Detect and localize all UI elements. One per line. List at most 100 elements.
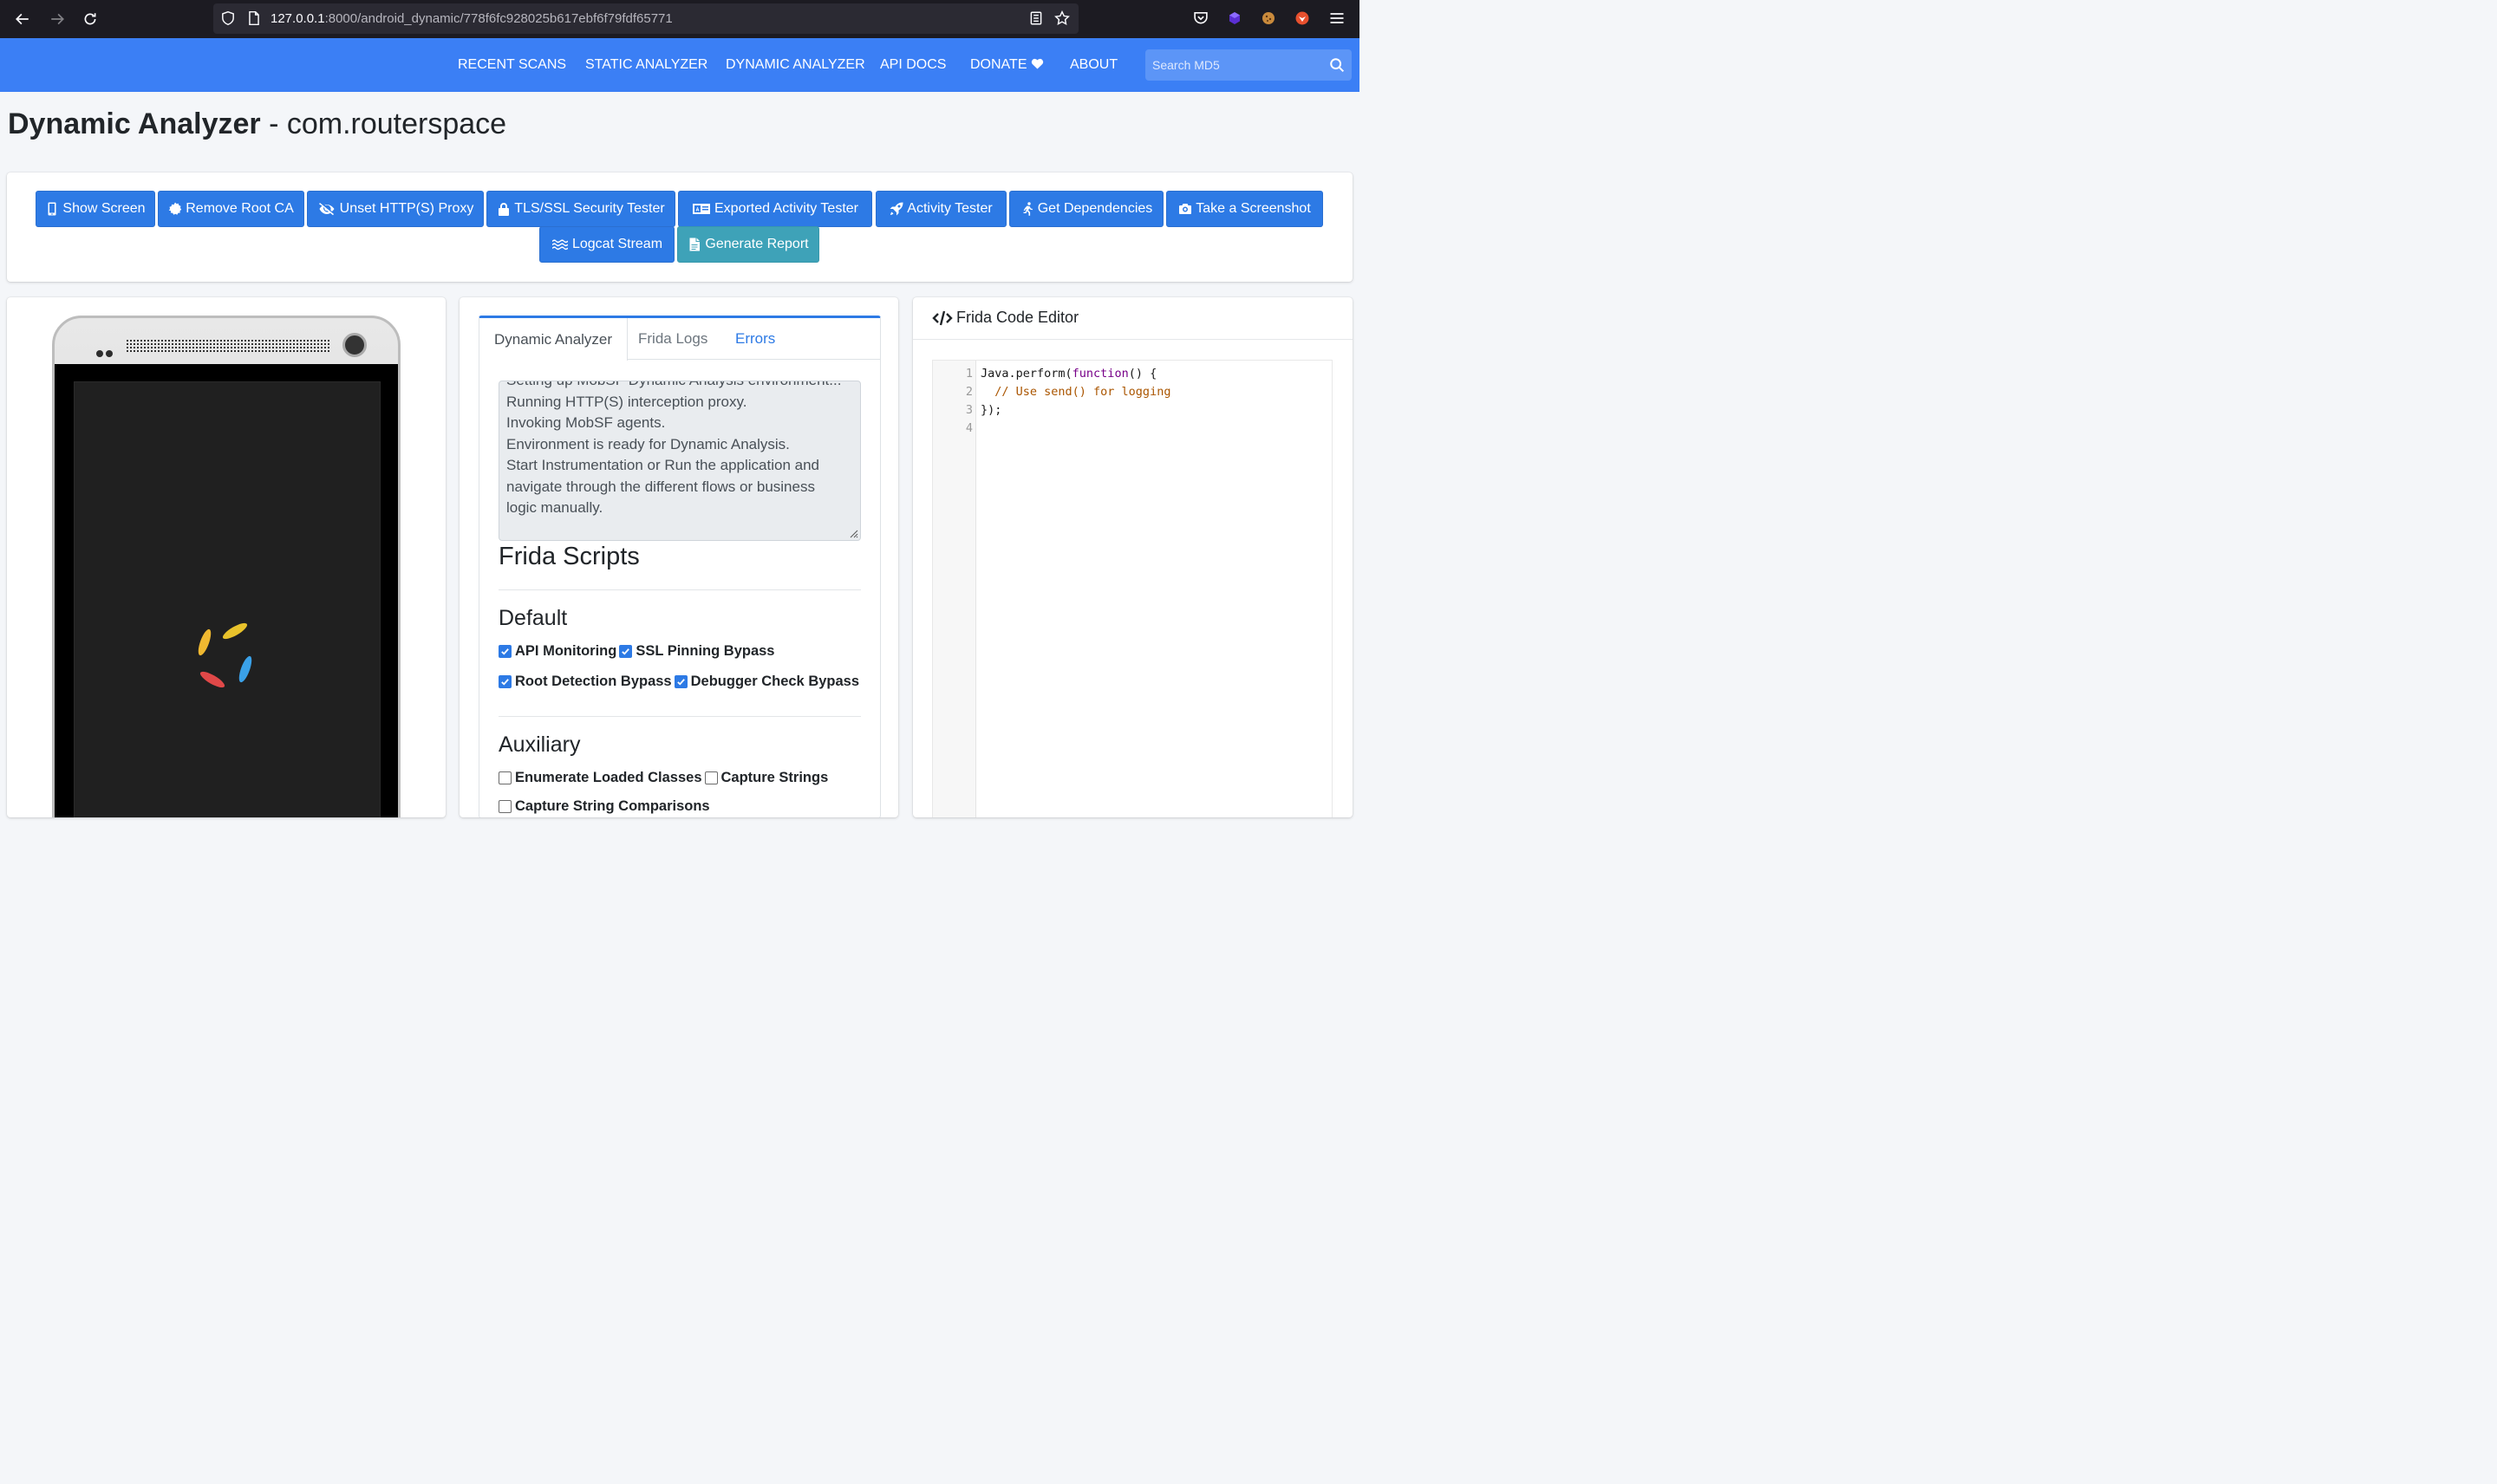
- shield-icon[interactable]: [220, 10, 236, 26]
- tab-dynamic-analyzer[interactable]: Dynamic Analyzer: [479, 318, 629, 361]
- generate-report-label: Generate Report: [705, 237, 809, 251]
- back-icon[interactable]: [12, 9, 33, 29]
- reader-view-icon[interactable]: [1028, 10, 1044, 26]
- resize-handle-icon[interactable]: [848, 528, 858, 538]
- root-detection-bypass-label[interactable]: Root Detection Bypass: [515, 674, 672, 690]
- check-icon: [676, 679, 685, 686]
- nav-about[interactable]: ABOUT: [1070, 57, 1118, 73]
- url-host: 127.0.0.1: [271, 11, 325, 26]
- capture-string-comparisons-checkbox[interactable]: [499, 800, 512, 813]
- ssl-pinning-bypass-checkbox[interactable]: [619, 645, 633, 658]
- exported-activity-tester-button[interactable]: Exported Activity Tester: [678, 191, 872, 227]
- default-scripts-row-2: Root Detection Bypass Debugger Check Byp…: [499, 674, 862, 690]
- search-box: [1145, 49, 1352, 81]
- analyzer-tabs: Dynamic Analyzer Frida Logs Errors Setti…: [479, 316, 881, 817]
- generate-report-button[interactable]: Generate Report: [677, 226, 819, 263]
- tls-ssl-tester-button[interactable]: TLS/SSL Security Tester: [486, 191, 675, 227]
- app-navbar: RECENT SCANS STATIC ANALYZER DYNAMIC ANA…: [0, 38, 1359, 92]
- nav-dynamic-analyzer[interactable]: DYNAMIC ANALYZER: [726, 57, 865, 73]
- take-screenshot-button[interactable]: Take a Screenshot: [1166, 191, 1323, 227]
- activity-tester-label: Activity Tester: [907, 201, 993, 216]
- code-line-3: });: [981, 403, 1002, 417]
- line-number: 3: [965, 403, 973, 417]
- page-title-bold: Dynamic Analyzer: [8, 107, 261, 140]
- line-number: 2: [965, 385, 973, 399]
- speaker-grill: [126, 339, 330, 353]
- page-icon: [249, 10, 259, 26]
- nav-api-docs[interactable]: API DOCS: [880, 57, 946, 73]
- log-line: Start Instrumentation or Run the applica…: [506, 457, 819, 473]
- fox-extension-icon[interactable]: [1294, 10, 1311, 27]
- activity-tester-button[interactable]: Activity Tester: [876, 191, 1007, 227]
- frida-scripts-heading: Frida Scripts: [499, 543, 640, 570]
- search-input[interactable]: [1145, 49, 1327, 81]
- show-screen-label: Show Screen: [62, 201, 146, 216]
- search-icon[interactable]: [1329, 57, 1345, 73]
- aux-scripts-row-2: Capture String Comparisons: [499, 798, 713, 815]
- enumerate-loaded-classes-label[interactable]: Enumerate Loaded Classes: [515, 770, 702, 786]
- capture-strings-checkbox[interactable]: [704, 771, 718, 784]
- divider: [499, 716, 861, 717]
- code-editor[interactable]: 1 2 3 4 Java.perform(function() { // Use…: [932, 360, 1333, 817]
- running-icon: [1023, 202, 1033, 216]
- code-line-1: Java.perform(function() {: [981, 367, 1157, 381]
- unset-proxy-button[interactable]: Unset HTTP(S) Proxy: [307, 191, 484, 227]
- capture-string-comparisons-label[interactable]: Capture String Comparisons: [515, 798, 710, 815]
- url-path: :8000/android_dynamic/778f6fc928025b617e…: [324, 11, 673, 26]
- log-line: Running HTTP(S) interception proxy.: [506, 393, 747, 410]
- forward-icon[interactable]: [47, 9, 68, 29]
- nav-recent-scans[interactable]: RECENT SCANS: [458, 57, 566, 73]
- log-content: Setting up MobSF Dynamic Analysis enviro…: [506, 381, 853, 519]
- code-token: Java.perform(: [981, 367, 1072, 381]
- auxiliary-scripts-heading: Auxiliary: [499, 732, 581, 757]
- log-line: Setting up MobSF Dynamic Analysis enviro…: [506, 381, 853, 392]
- bookmark-star-icon[interactable]: [1054, 10, 1070, 26]
- tab-frida-logs[interactable]: Frida Logs: [623, 318, 722, 360]
- hamburger-menu-icon[interactable]: [1328, 10, 1346, 27]
- phone-top-bezel: [55, 318, 398, 367]
- url-bar[interactable]: 127.0.0.1:8000/android_dynamic/778f6fc92…: [213, 3, 1079, 34]
- check-icon: [501, 648, 509, 655]
- pocket-icon[interactable]: [1192, 10, 1209, 27]
- debugger-check-bypass-label[interactable]: Debugger Check Bypass: [691, 674, 859, 690]
- show-screen-button[interactable]: Show Screen: [36, 191, 155, 227]
- nav-donate[interactable]: DONATE: [970, 57, 1044, 73]
- frida-editor-card: Frida Code Editor 1 2 3 4 Java.perform(f…: [913, 297, 1353, 817]
- enumerate-loaded-classes-checkbox[interactable]: [499, 771, 512, 784]
- api-monitoring-checkbox[interactable]: [499, 645, 512, 658]
- nav-static-analyzer[interactable]: STATIC ANALYZER: [585, 57, 707, 73]
- screen-bezel: [55, 364, 398, 817]
- ssl-pinning-bypass-label[interactable]: SSL Pinning Bypass: [636, 643, 774, 660]
- tls-ssl-tester-label: TLS/SSL Security Tester: [514, 201, 665, 216]
- analyzer-card: Dynamic Analyzer Frida Logs Errors Setti…: [460, 297, 898, 817]
- id-card-icon: [693, 204, 710, 214]
- cookie-extension-icon[interactable]: [1260, 10, 1277, 27]
- reload-icon[interactable]: [80, 9, 101, 29]
- url-text[interactable]: 127.0.0.1:8000/android_dynamic/778f6fc92…: [271, 11, 673, 26]
- logcat-stream-button[interactable]: Logcat Stream: [539, 226, 675, 263]
- heart-icon: [1031, 58, 1044, 69]
- device-screen[interactable]: [74, 381, 381, 817]
- check-icon: [501, 679, 509, 686]
- loading-spinner-icon: [198, 622, 252, 688]
- line-number: 4: [965, 421, 973, 435]
- get-dependencies-button[interactable]: Get Dependencies: [1009, 191, 1164, 227]
- sensor-dots: [96, 346, 115, 361]
- root-detection-bypass-checkbox[interactable]: [499, 675, 512, 688]
- nav-donate-label: DONATE: [970, 57, 1027, 72]
- log-line: Environment is ready for Dynamic Analysi…: [506, 435, 790, 452]
- extension-hexagon-icon[interactable]: [1226, 10, 1243, 27]
- tab-errors[interactable]: Errors: [720, 318, 790, 360]
- remove-root-ca-button[interactable]: Remove Root CA: [158, 191, 304, 227]
- take-screenshot-label: Take a Screenshot: [1196, 201, 1311, 216]
- debugger-check-bypass-checkbox[interactable]: [674, 675, 688, 688]
- code-line-2: // Use send() for logging: [981, 385, 1171, 399]
- status-log-textarea[interactable]: Setting up MobSF Dynamic Analysis enviro…: [499, 381, 861, 541]
- logcat-stream-label: Logcat Stream: [571, 237, 663, 251]
- api-monitoring-label[interactable]: API Monitoring: [515, 643, 616, 660]
- lock-icon: [499, 203, 510, 216]
- line-number-gutter: 1 2 3 4: [933, 361, 976, 817]
- capture-strings-label[interactable]: Capture Strings: [721, 770, 829, 786]
- code-token: () {: [1128, 367, 1157, 381]
- certificate-icon: [169, 202, 182, 215]
